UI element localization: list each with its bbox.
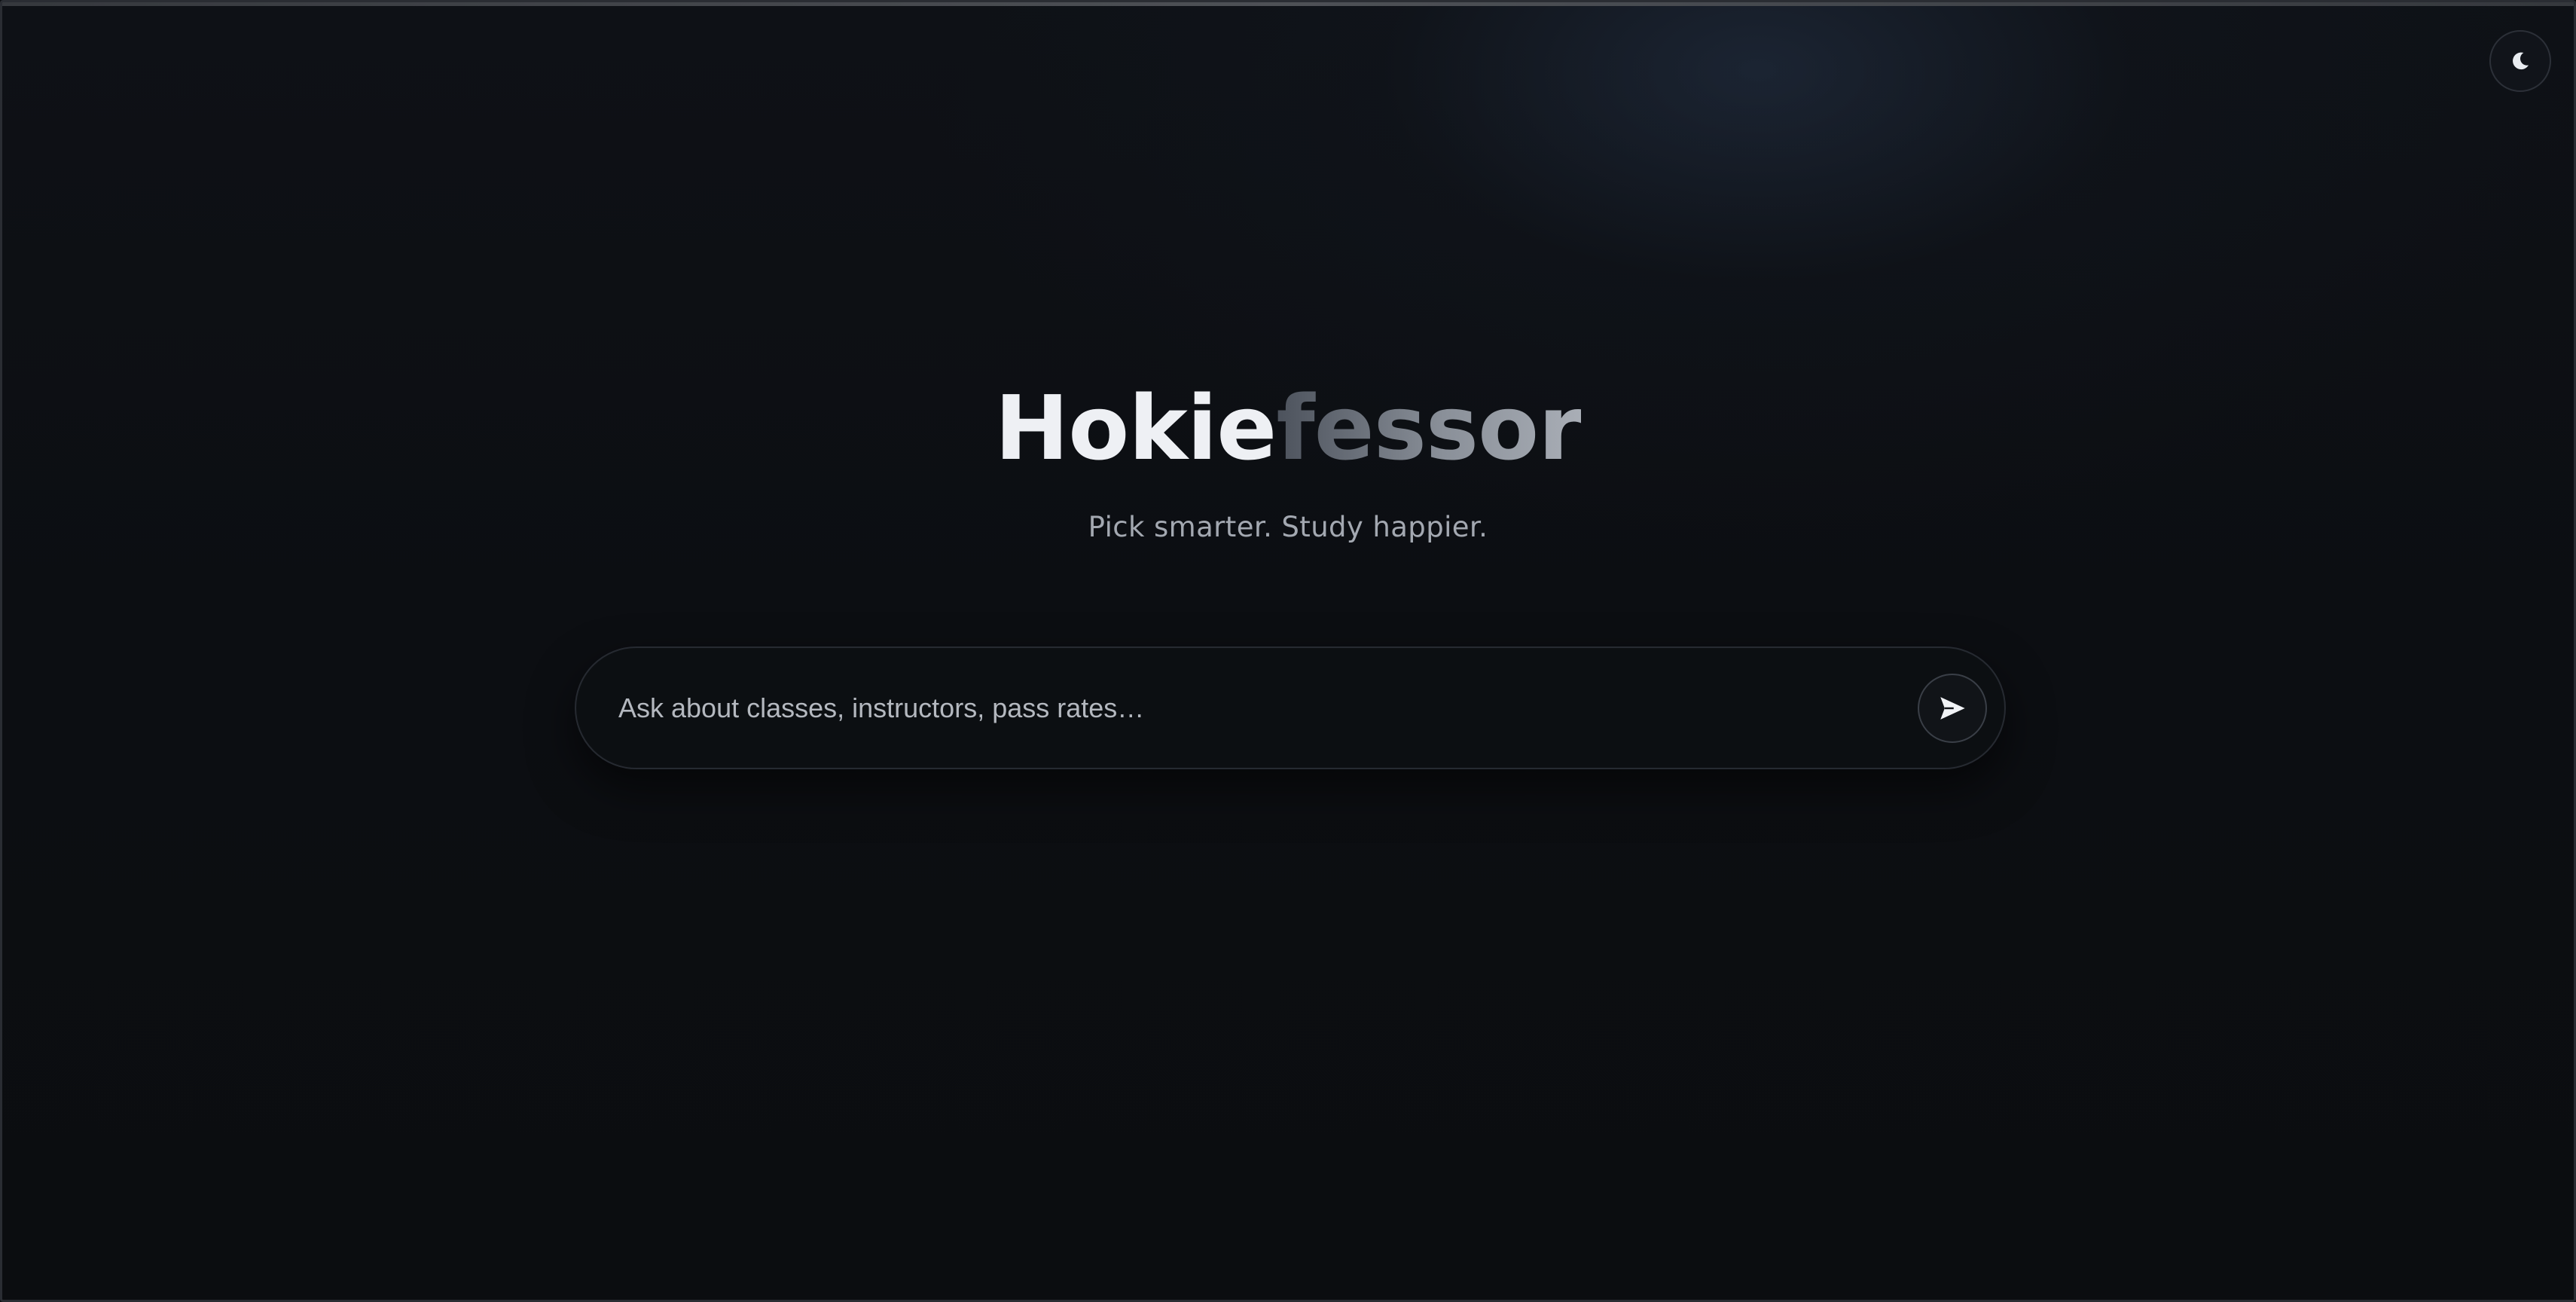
tagline: Pick smarter. Study happier. bbox=[1088, 511, 1488, 543]
hero: Hokiefessor Pick smarter. Study happier. bbox=[2, 375, 2574, 543]
window-top-edge bbox=[2, 2, 2574, 6]
theme-toggle-button[interactable] bbox=[2489, 30, 2551, 92]
search-input[interactable] bbox=[576, 648, 1918, 768]
moon-icon bbox=[2509, 50, 2532, 72]
brand-title-primary: Hokie bbox=[994, 376, 1277, 480]
search-bar bbox=[575, 646, 2006, 769]
brand-title: Hokiefessor bbox=[994, 375, 1583, 481]
send-icon bbox=[1937, 692, 1968, 724]
brand-title-secondary: fessor bbox=[1276, 376, 1582, 480]
app-page: Hokiefessor Pick smarter. Study happier. bbox=[0, 0, 2576, 1302]
send-button[interactable] bbox=[1918, 673, 1987, 743]
